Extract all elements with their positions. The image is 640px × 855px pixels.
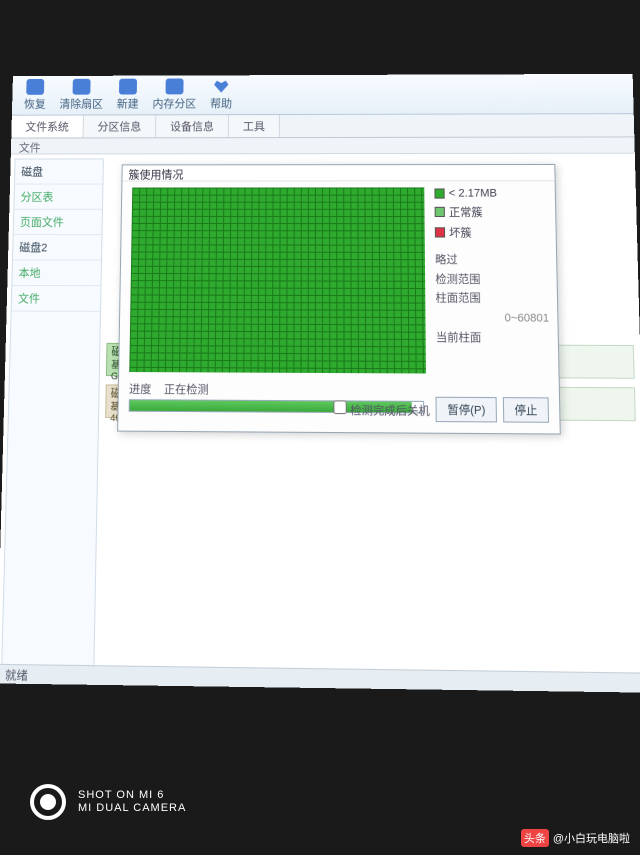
legend-swatch-red — [435, 227, 445, 237]
toolbar-label: 内存分区 — [152, 95, 196, 111]
shutdown-checkbox-input[interactable] — [334, 400, 347, 414]
toolbar-help-button[interactable]: 帮助 — [210, 78, 232, 111]
cluster-map — [129, 187, 426, 373]
toolbar-recover-button[interactable]: 恢复 — [24, 79, 46, 112]
camera-watermark: SHOT ON MI 6 MI DUAL CAMERA — [30, 784, 186, 820]
side-item[interactable]: 本地 — [12, 260, 101, 286]
workspace: 磁盘 分区表 页面文件 磁盘2 本地 文件 磁盘1 基本 7.21 GB G: … — [0, 154, 640, 681]
shutdown-checkbox[interactable]: 检测完成后关机 — [334, 400, 430, 419]
toolbar-label: 清除扇区 — [59, 96, 103, 112]
tab-filesystem[interactable]: 文件系统 — [11, 116, 84, 138]
tab-partition-info[interactable]: 分区信息 — [83, 115, 156, 137]
mem-icon — [166, 78, 184, 94]
dialog-title: 簇使用情况 — [122, 165, 554, 182]
breadcrumb: 文件 — [11, 137, 635, 154]
legend-swatch-green — [434, 188, 444, 198]
dialog-buttons: 检测完成后关机 暂停(P) 停止 — [334, 396, 549, 423]
legend: < 2.17MB 正常簇 坏簇 — [434, 187, 547, 244]
toutiao-badge: 头条 — [521, 829, 549, 847]
watermark-text: SHOT ON MI 6 MI DUAL CAMERA — [78, 789, 186, 815]
side-item[interactable]: 分区表 — [14, 185, 102, 210]
main-toolbar: 恢复 清除扇区 新建 内存分区 帮助 — [12, 74, 634, 116]
side-panel: 磁盘 分区表 页面文件 磁盘2 本地 文件 — [1, 158, 104, 668]
legend-text: < 2.17MB — [449, 187, 497, 199]
legend-item: 坏簇 — [435, 224, 548, 241]
tab-device-info[interactable]: 设备信息 — [156, 115, 229, 137]
info-line: 略过 — [435, 251, 548, 270]
camera-ring-icon — [30, 784, 66, 820]
toolbar-label: 新建 — [117, 95, 139, 111]
attribution-handle: @小白玩电脑啦 — [553, 830, 630, 846]
toolbar-label: 帮助 — [210, 95, 232, 111]
tab-tools[interactable]: 工具 — [229, 115, 280, 137]
pause-button[interactable]: 暂停(P) — [436, 397, 497, 423]
toolbar-label: 恢复 — [24, 96, 46, 112]
attribution: 头条 @小白玩电脑啦 — [521, 829, 630, 847]
legend-text: 坏簇 — [449, 224, 472, 240]
toolbar-mem-button[interactable]: 内存分区 — [152, 78, 196, 111]
clear-icon — [73, 79, 91, 95]
info-value: 0~60801 — [436, 309, 550, 329]
info-line: 柱面范围 — [435, 289, 548, 309]
tab-row-primary: 文件系统 分区信息 设备信息 工具 — [11, 114, 634, 138]
side-item[interactable]: 文件 — [12, 286, 101, 312]
scan-dialog: 簇使用情况 < 2.17MB 正常簇 坏簇 — [117, 164, 561, 435]
side-item[interactable]: 页面文件 — [14, 210, 102, 235]
stop-button[interactable]: 停止 — [503, 397, 549, 423]
legend-swatch-lightgreen — [435, 207, 445, 217]
recover-icon — [26, 79, 44, 95]
info-line: 当前柱面 — [436, 328, 550, 348]
side-item[interactable]: 磁盘2 — [13, 235, 102, 261]
info-line: 检测范围 — [435, 270, 548, 290]
status-text: 就绪 — [5, 666, 28, 684]
legend-item: < 2.17MB — [434, 187, 546, 199]
side-item[interactable]: 磁盘 — [15, 159, 103, 184]
legend-text: 正常簇 — [449, 204, 483, 220]
checkbox-label: 检测完成后关机 — [350, 404, 430, 417]
heart-icon — [212, 78, 230, 94]
toolbar-clear-button[interactable]: 清除扇区 — [59, 79, 103, 112]
info-block: 略过 检测范围 柱面范围 0~60801 当前柱面 — [435, 251, 550, 348]
toolbar-new-button[interactable]: 新建 — [117, 79, 139, 112]
new-icon — [119, 79, 137, 95]
legend-item: 正常簇 — [435, 204, 548, 220]
